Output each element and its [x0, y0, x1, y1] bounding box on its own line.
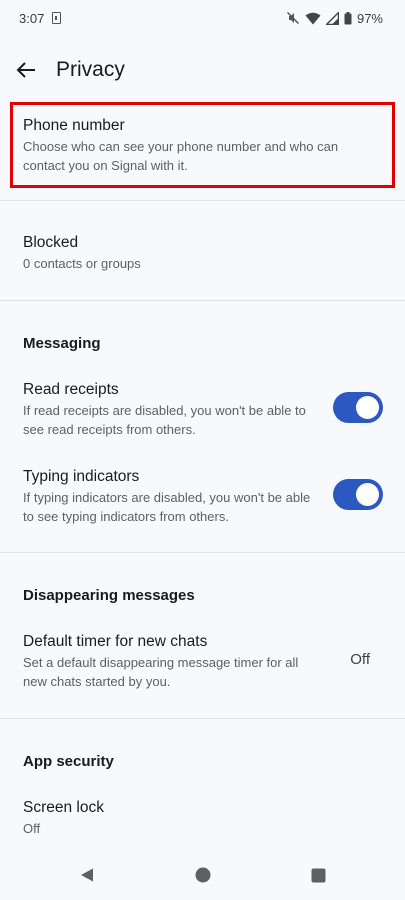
default-timer-value: Off [350, 651, 370, 668]
divider [0, 552, 405, 553]
messaging-section-header: Messaging [23, 335, 101, 352]
nav-home-button[interactable] [185, 857, 221, 893]
status-bar: 3:07 97% [0, 0, 405, 36]
system-navigation-bar [0, 850, 405, 900]
page-title: Privacy [56, 58, 125, 81]
wifi-icon [305, 12, 321, 25]
battery-percent: 97% [356, 10, 383, 26]
blocked-title: Blocked [23, 234, 79, 251]
screen-lock-item[interactable]: Screen lock Off [0, 798, 405, 838]
divider [0, 300, 405, 301]
back-button[interactable] [0, 44, 52, 96]
read-receipts-toggle[interactable] [333, 392, 383, 423]
screen-lock-summary: Off [23, 821, 41, 836]
read-receipts-summary: If read receipts are disabled, you won't… [23, 403, 306, 437]
read-receipts-item[interactable]: Read receipts If read receipts are disab… [0, 380, 405, 440]
app-security-section-header: App security [23, 753, 114, 770]
divider [0, 200, 405, 201]
blocked-summary: 0 contacts or groups [23, 256, 141, 271]
disappearing-section-header: Disappearing messages [23, 587, 195, 604]
read-receipts-title: Read receipts [23, 381, 119, 398]
divider [0, 718, 405, 719]
mute-icon [286, 11, 300, 25]
arrow-left-icon [16, 62, 35, 78]
nav-recents-button[interactable] [301, 857, 337, 893]
typing-indicators-item[interactable]: Typing indicators If typing indicators a… [0, 467, 405, 527]
recents-square-icon [311, 868, 326, 882]
default-timer-title: Default timer for new chats [23, 633, 208, 650]
toggle-knob [356, 483, 379, 506]
status-time: 3:07 [19, 10, 45, 26]
app-bar: Privacy [0, 40, 405, 100]
typing-indicators-title: Typing indicators [23, 468, 140, 485]
phone-number-title: Phone number [23, 117, 125, 134]
battery-icon [344, 11, 352, 25]
default-timer-item[interactable]: Default timer for new chats Set a defaul… [0, 632, 405, 692]
nav-back-button[interactable] [69, 857, 105, 893]
phone-number-summary: Choose who can see your phone number and… [23, 139, 339, 173]
typing-indicators-summary: If typing indicators are disabled, you w… [23, 490, 311, 524]
default-timer-summary: Set a default disappearing message timer… [23, 655, 299, 689]
typing-indicators-toggle[interactable] [333, 479, 383, 510]
home-circle-icon [195, 867, 210, 883]
back-triangle-icon [80, 868, 93, 882]
toggle-knob [356, 396, 379, 419]
signal-icon [325, 11, 339, 25]
screen-lock-title: Screen lock [23, 799, 104, 816]
phone-number-item[interactable]: Phone number Choose who can see your pho… [10, 102, 395, 188]
blocked-item[interactable]: Blocked 0 contacts or groups [0, 233, 405, 273]
sim-icon [52, 12, 62, 24]
privacy-settings-screen: 3:07 97% Privacy Phone number Choose who… [0, 0, 405, 900]
